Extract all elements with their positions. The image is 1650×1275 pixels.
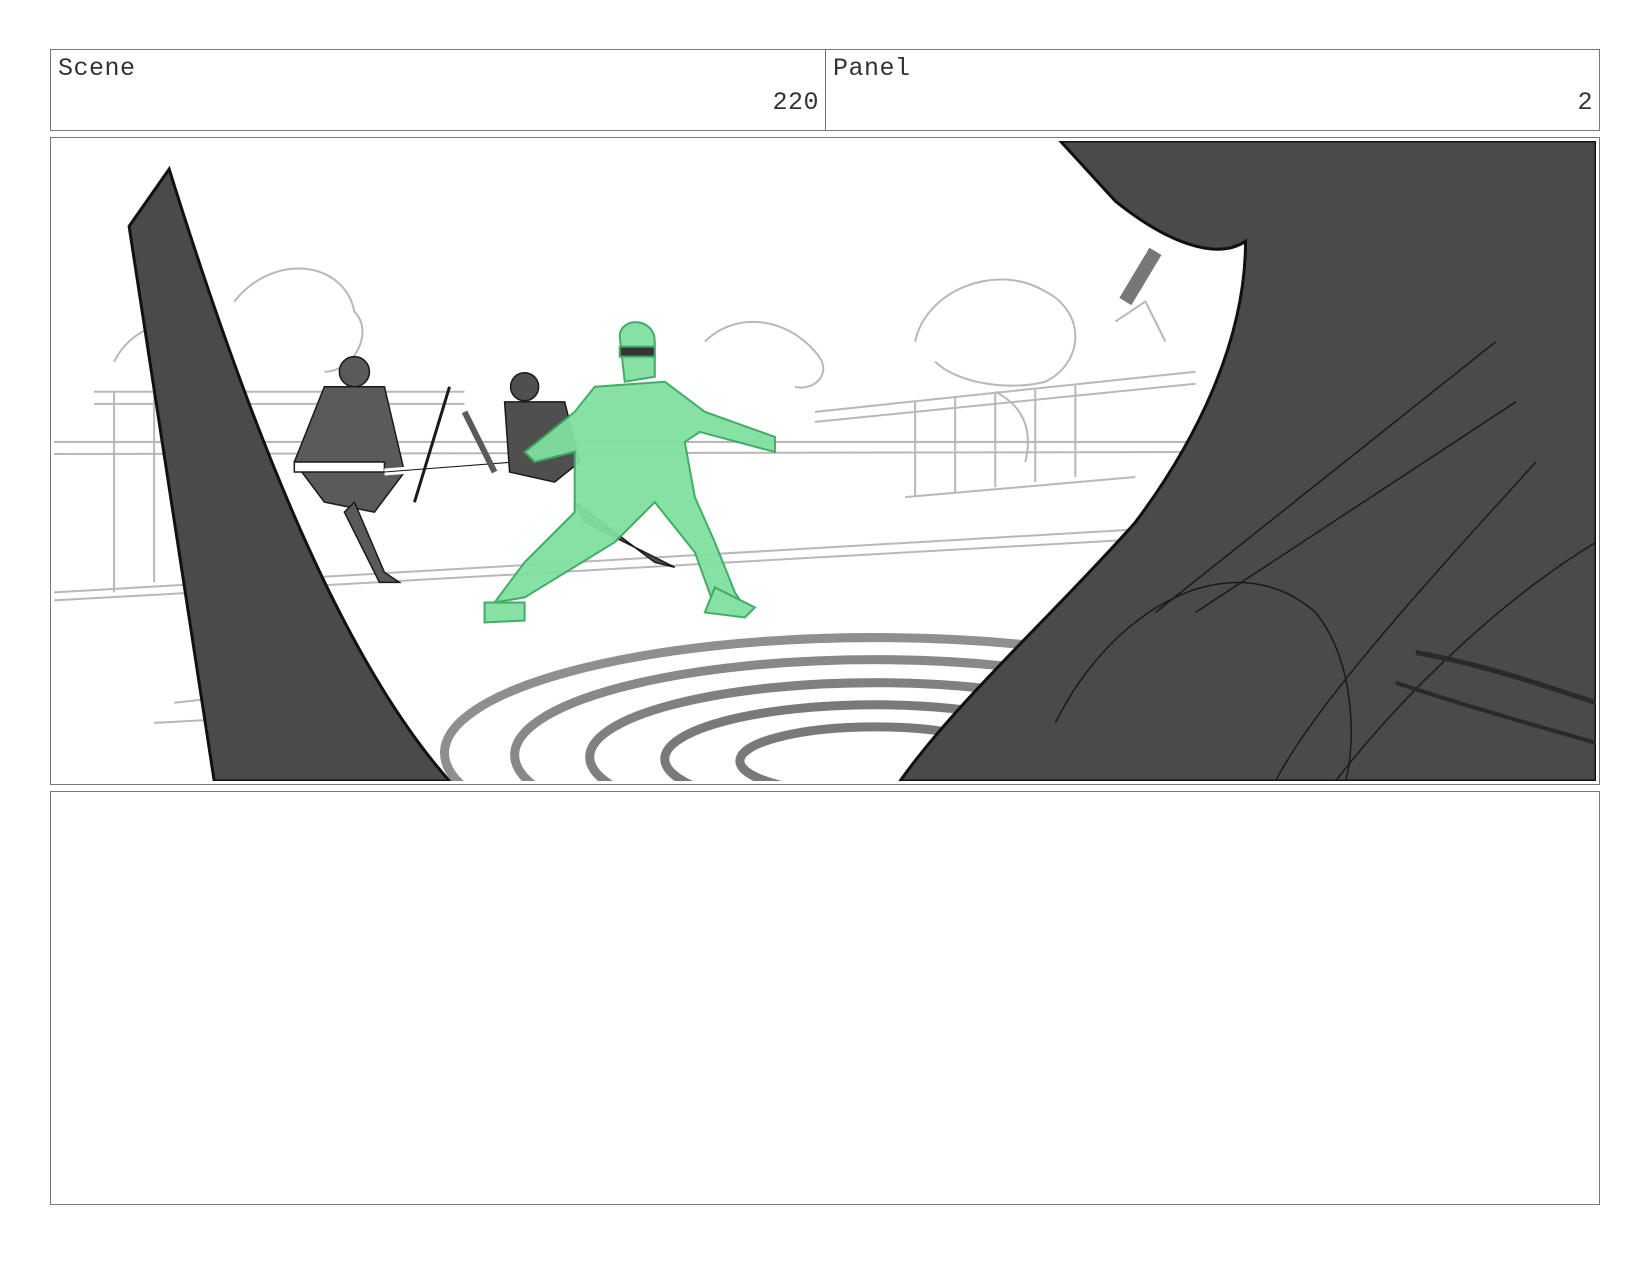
scene-cell: Scene 220 — [51, 50, 825, 130]
panel-label: Panel — [833, 54, 911, 83]
scene-number: 220 — [772, 88, 819, 117]
scene-label: Scene — [58, 54, 136, 83]
storyboard-frame — [50, 137, 1600, 785]
storyboard-sketch — [54, 141, 1596, 781]
panel-cell: Panel 2 — [825, 50, 1599, 130]
panel-number: 2 — [1577, 88, 1593, 117]
panel-header: Scene 220 Panel 2 — [50, 49, 1600, 131]
notes-box — [50, 791, 1600, 1205]
